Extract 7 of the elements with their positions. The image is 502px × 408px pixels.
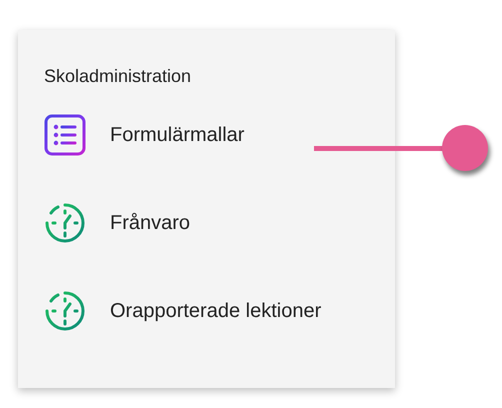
menu-heading: Skoladministration <box>44 65 192 88</box>
menu-item[interactable]: Frånvaro <box>44 202 190 244</box>
clock-icon <box>44 290 86 332</box>
clock-icon <box>44 202 86 244</box>
menu-item[interactable]: Formulärmallar <box>44 114 244 156</box>
list-icon <box>44 114 86 156</box>
menu-item[interactable]: Orapporterade lektioner <box>44 290 322 332</box>
